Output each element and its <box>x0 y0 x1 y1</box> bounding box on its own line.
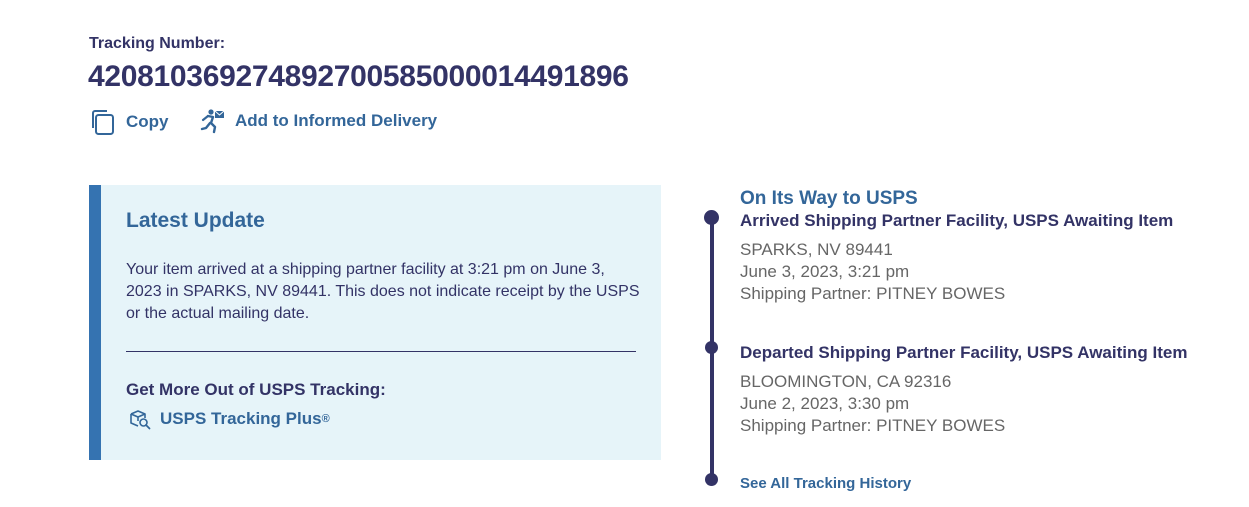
timeline-dot <box>705 473 718 486</box>
registered-mark: ® <box>321 413 330 425</box>
event-datetime: June 3, 2023, 3:21 pm <box>740 262 910 281</box>
see-all-tracking-history-link[interactable]: See All Tracking History <box>740 475 911 492</box>
tracking-plus-label: USPS Tracking Plus <box>160 409 322 428</box>
event-location: BLOOMINGTON, CA 92316 <box>740 372 952 391</box>
accent-bar <box>89 185 101 460</box>
tracking-event: Departed Shipping Partner Facility, USPS… <box>740 343 1187 437</box>
latest-update-text: Your item arrived at a shipping partner … <box>126 261 640 322</box>
event-title: Arrived Shipping Partner Facility, USPS … <box>740 211 1174 230</box>
event-partner: Shipping Partner: PITNEY BOWES <box>740 284 1006 303</box>
event-title: Departed Shipping Partner Facility, USPS… <box>740 343 1188 362</box>
latest-update-panel: Latest Update Your item arrived at a shi… <box>89 185 661 460</box>
more-tracking-title: Get More Out of USPS Tracking: <box>126 380 386 399</box>
latest-update-title: Latest Update <box>126 209 265 232</box>
copy-label: Copy <box>126 112 169 131</box>
tracking-number: 420810369274892700585000014491896 <box>88 60 629 93</box>
mail-carrier-icon <box>200 108 226 134</box>
divider <box>126 351 636 352</box>
usps-tracking-plus-link[interactable]: USPS Tracking Plus ® <box>129 408 330 430</box>
event-partner: Shipping Partner: PITNEY BOWES <box>740 416 1006 435</box>
tracking-event: Arrived Shipping Partner Facility, USPS … <box>740 211 1173 305</box>
event-datetime: June 2, 2023, 3:30 pm <box>740 394 910 413</box>
copy-button[interactable]: Copy <box>89 108 169 136</box>
status-heading: On Its Way to USPS <box>740 188 918 209</box>
timeline-dot <box>704 210 719 225</box>
tracking-number-label: Tracking Number: <box>89 35 226 52</box>
package-search-icon <box>129 408 151 430</box>
informed-delivery-label: Add to Informed Delivery <box>235 111 438 130</box>
copy-icon <box>89 108 117 136</box>
event-location: SPARKS, NV 89441 <box>740 240 893 259</box>
timeline-dot <box>705 341 718 354</box>
event-details: BLOOMINGTON, CA 92316 June 2, 2023, 3:30… <box>740 371 1187 437</box>
add-informed-delivery-button[interactable]: Add to Informed Delivery <box>200 108 437 134</box>
event-details: SPARKS, NV 89441 June 3, 2023, 3:21 pm S… <box>740 239 1173 305</box>
